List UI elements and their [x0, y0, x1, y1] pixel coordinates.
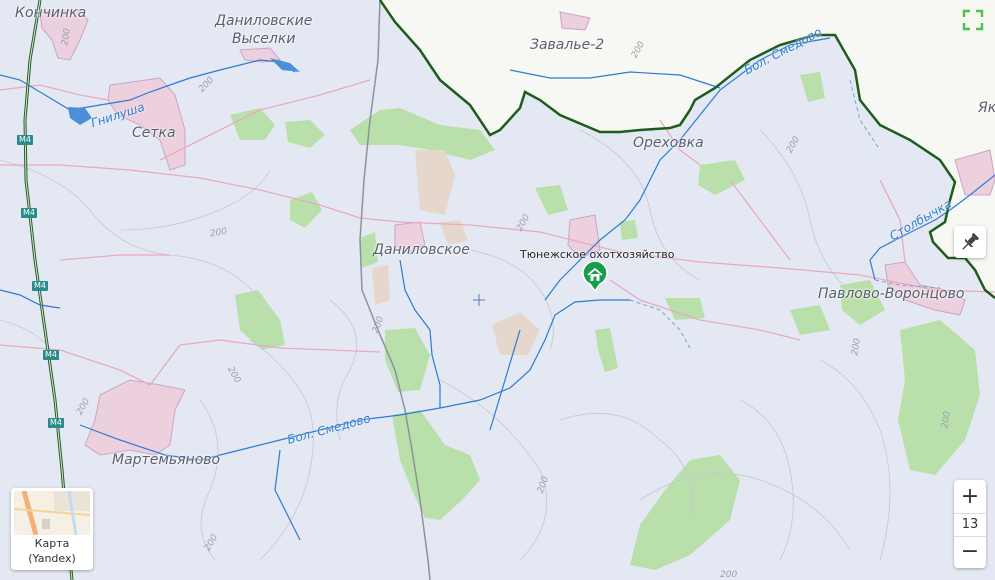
poi-label: Тюнежское охотхозяйство [520, 248, 675, 261]
layer-label: Карта (Yandex) [11, 536, 93, 566]
highway-shield: М4 [48, 418, 64, 428]
label-setka: Сетка [132, 125, 176, 141]
pin-icon [962, 233, 979, 250]
label-zavalye-2: Завалье-2 [530, 37, 605, 53]
highway-shield: М4 [21, 208, 37, 218]
highway-shield: М4 [43, 350, 59, 360]
highway-shield: М4 [17, 135, 33, 145]
regional-road [359, 0, 431, 580]
zoom-level: 13 [954, 513, 986, 537]
fullscreen-button[interactable] [960, 8, 986, 32]
label-pavlovo-vorontsovo: Павлово-Воронцово [818, 286, 965, 302]
layer-switcher[interactable]: Карта (Yandex) [11, 488, 93, 570]
crosshair-icon [473, 294, 485, 306]
label-martemyanovo: Мартемьяново [112, 452, 221, 468]
house-icon [582, 260, 608, 293]
highway-shield: М4 [32, 281, 48, 291]
label-ya-partial: Як [978, 100, 995, 116]
layer-label-line2: (Yandex) [28, 552, 76, 565]
zoom-out-button[interactable]: − [954, 537, 986, 567]
layer-label-line1: Карта [34, 537, 70, 550]
contour-label: 200 [720, 570, 738, 580]
zoom-in-button[interactable]: + [954, 482, 986, 512]
label-danilovskoe: Даниловское [373, 242, 470, 258]
label-danilovskie-vyselki: Даниловские Выселки [215, 13, 313, 47]
label-konchinka: Кончинка [15, 5, 87, 21]
layer-thumbnail [14, 491, 90, 535]
pin-button[interactable] [954, 226, 986, 258]
label-orekhovka: Ореховка [633, 135, 704, 151]
zoom-control: + 13 − [954, 480, 986, 568]
expand-icon [962, 9, 984, 31]
poi-marker[interactable] [582, 260, 608, 293]
forest-areas [230, 72, 980, 570]
